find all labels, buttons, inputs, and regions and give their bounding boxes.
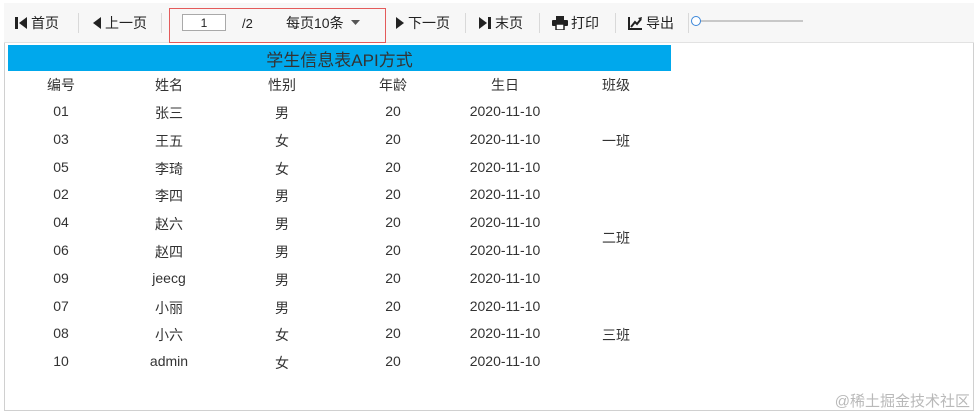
page-total: /2: [242, 15, 253, 31]
table-cell-birthday: 2020-11-10: [469, 186, 541, 203]
prev-page-icon: [92, 16, 102, 30]
page-size-select[interactable]: 每页10条: [286, 3, 363, 43]
table-cell-id: 02: [53, 186, 69, 203]
table-cell-birthday: 2020-11-10: [469, 269, 541, 286]
table-cell-birthday: 2020-11-10: [469, 103, 541, 119]
table-cell-name: admin: [149, 353, 189, 370]
table-cell-birthday: 2020-11-10: [469, 297, 541, 314]
table-cell-class: 三班: [602, 327, 630, 344]
table-cell-age: 20: [385, 297, 401, 314]
toolbar-divider: [615, 13, 616, 33]
prev-page-button[interactable]: 上一页: [92, 3, 147, 43]
column-header-gender: 性别: [268, 77, 296, 93]
table-cell-birthday: 2020-11-10: [469, 214, 541, 231]
table-cell-name: 小六: [155, 327, 183, 344]
table-cell-age: 20: [385, 325, 401, 342]
table-cell-name: 小丽: [155, 299, 183, 316]
table-cell-gender: 男: [275, 299, 289, 316]
table-cell-id: 03: [53, 130, 69, 147]
table-cell-birthday: 2020-11-10: [469, 130, 541, 147]
table-cell-id: 04: [53, 214, 69, 231]
report-title: 学生信息表API方式: [8, 45, 671, 71]
table-cell-gender: 男: [275, 216, 289, 233]
table-cell-id: 05: [53, 158, 69, 175]
table-cell-id: 10: [53, 353, 69, 370]
zoom-slider-track: [695, 20, 803, 22]
export-button[interactable]: 导出: [628, 3, 674, 43]
table-cell-id: 01: [53, 103, 69, 119]
toolbar-divider: [465, 13, 466, 33]
toolbar-divider: [78, 13, 79, 33]
print-label: 打印: [571, 15, 599, 31]
column-header-class: 班级: [602, 77, 630, 93]
zoom-slider-thumb[interactable]: [691, 16, 701, 26]
table-cell-gender: 女: [275, 355, 289, 372]
export-chart-icon: [628, 16, 643, 30]
table-cell-name: jeecg: [152, 269, 186, 286]
table-cell-age: 20: [385, 103, 401, 119]
table-cell-name: 赵六: [155, 216, 183, 233]
table-cell-birthday: 2020-11-10: [469, 242, 541, 258]
table-cell-class: 二班: [602, 230, 630, 247]
table-cell-name: 赵四: [155, 244, 183, 260]
table-cell-gender: 男: [275, 105, 289, 121]
table-cell-age: 20: [385, 353, 401, 370]
table-cell-age: 20: [385, 158, 401, 175]
column-header-birthday: 生日: [491, 77, 519, 93]
table-cell-birthday: 2020-11-10: [469, 353, 541, 370]
table-cell-name: 王五: [155, 132, 183, 149]
print-button[interactable]: 打印: [552, 3, 599, 43]
report-toolbar: 首页 上一页 /2 每页10条 下一页 末页 打印: [4, 3, 974, 43]
table-cell-gender: 女: [275, 160, 289, 177]
column-header-name: 姓名: [155, 77, 183, 93]
table-cell-id: 07: [53, 297, 69, 314]
table-cell-gender: 男: [275, 244, 289, 260]
table-cell-id: 06: [53, 242, 69, 258]
table-cell-age: 20: [385, 242, 401, 258]
table-cell-age: 20: [385, 269, 401, 286]
table-cell-birthday: 2020-11-10: [469, 325, 541, 342]
table-cell-age: 20: [385, 130, 401, 147]
page-size-label: 每页10条: [286, 15, 344, 31]
column-header-age: 年龄: [379, 77, 407, 93]
last-page-icon: [478, 16, 492, 30]
table-cell-id: 09: [53, 269, 69, 286]
table-cell-birthday: 2020-11-10: [469, 158, 541, 175]
last-page-button[interactable]: 末页: [478, 3, 523, 43]
toolbar-divider: [688, 13, 689, 33]
first-page-label: 首页: [31, 15, 59, 31]
export-label: 导出: [646, 15, 674, 31]
table-cell-name: 李琦: [155, 160, 183, 177]
zoom-slider[interactable]: [691, 16, 803, 26]
watermark: @稀土掘金技术社区: [834, 393, 970, 410]
table-cell-name: 李四: [155, 188, 183, 205]
toolbar-divider: [161, 13, 162, 33]
table-cell-gender: 男: [275, 188, 289, 205]
table-cell-id: 08: [53, 325, 69, 342]
prev-page-label: 上一页: [105, 15, 147, 31]
table-cell-class: 一班: [602, 132, 630, 149]
first-page-button[interactable]: 首页: [14, 3, 59, 43]
next-page-icon: [395, 16, 405, 30]
next-page-button[interactable]: 下一页: [395, 3, 450, 43]
table-cell-gender: 女: [275, 132, 289, 149]
table-cell-name: 张三: [155, 105, 183, 121]
column-header-id: 编号: [47, 77, 75, 93]
printer-icon: [552, 16, 568, 30]
last-page-label: 末页: [495, 15, 523, 31]
table-cell-age: 20: [385, 186, 401, 203]
table-cell-age: 20: [385, 214, 401, 231]
first-page-icon: [14, 16, 28, 30]
page-number-input[interactable]: [182, 14, 226, 31]
table-cell-gender: 男: [275, 271, 289, 288]
toolbar-divider: [539, 13, 540, 33]
table-cell-gender: 女: [275, 327, 289, 344]
next-page-label: 下一页: [408, 15, 450, 31]
caret-down-icon: [350, 20, 360, 26]
